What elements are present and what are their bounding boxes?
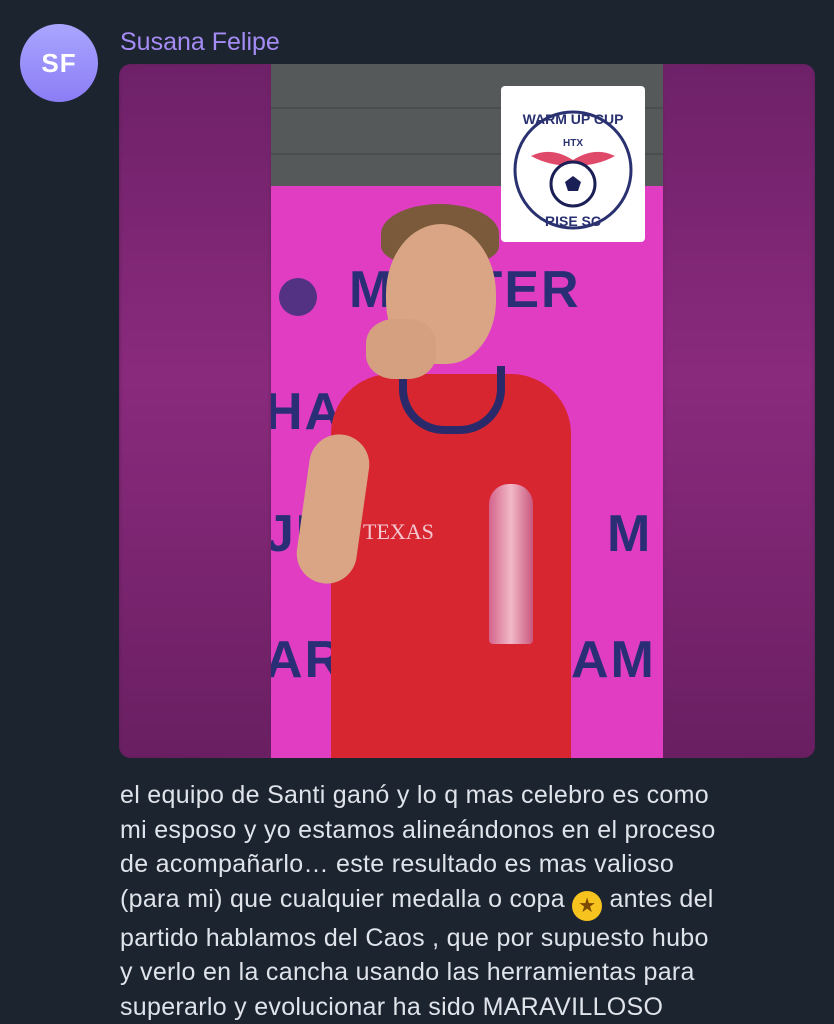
cup-logo-graphic: WARM UP CUP HTX RISE SC: [513, 110, 633, 230]
star-struck-emoji-icon: ★: [572, 890, 603, 921]
sender-name[interactable]: Susana Felipe: [120, 28, 280, 57]
message-text: el equipo de Santi ganó y lo q mas celeb…: [120, 778, 820, 1024]
message-photo[interactable]: MASTER HAMPIONS JU M AR AM WARM UP CUP H…: [119, 64, 815, 758]
logo-htx: HTX: [563, 138, 583, 149]
trophy-icon: [489, 484, 533, 644]
photo-blur-left: [119, 64, 271, 758]
backdrop-word: M: [607, 505, 653, 563]
photo-content: MASTER HAMPIONS JU M AR AM WARM UP CUP H…: [271, 64, 663, 758]
logo-title: WARM UP CUP: [523, 111, 624, 127]
sender-avatar[interactable]: SF: [20, 24, 98, 102]
player-hand: [366, 319, 436, 379]
photo-blur-right: [663, 64, 815, 758]
avatar-initials: SF: [41, 47, 77, 78]
message-line: (para mi) que cualquier medalla o copa: [120, 884, 565, 913]
backdrop-word: AM: [571, 631, 656, 689]
message-line: y verlo en la cancha usando las herramie…: [120, 958, 695, 986]
warm-up-cup-logo: WARM UP CUP HTX RISE SC: [501, 86, 645, 242]
message-line: partido hablamos del Caos , que por supu…: [120, 923, 709, 952]
backdrop-small-logo: [279, 278, 317, 316]
message-line: mi esposo y yo estamos alineándonos en e…: [120, 815, 716, 844]
logo-rise: RISE SC: [545, 213, 601, 229]
jersey-sponsor: TEXAS: [363, 519, 434, 544]
message-line: superarlo y evolucionar ha sido MARAVILL…: [120, 992, 664, 1021]
message-line: de acompañarlo… este resultado es mas va…: [120, 850, 675, 878]
message-line: antes del: [602, 884, 714, 913]
message-line: el equipo de Santi ganó y lo q mas celeb…: [120, 781, 709, 809]
